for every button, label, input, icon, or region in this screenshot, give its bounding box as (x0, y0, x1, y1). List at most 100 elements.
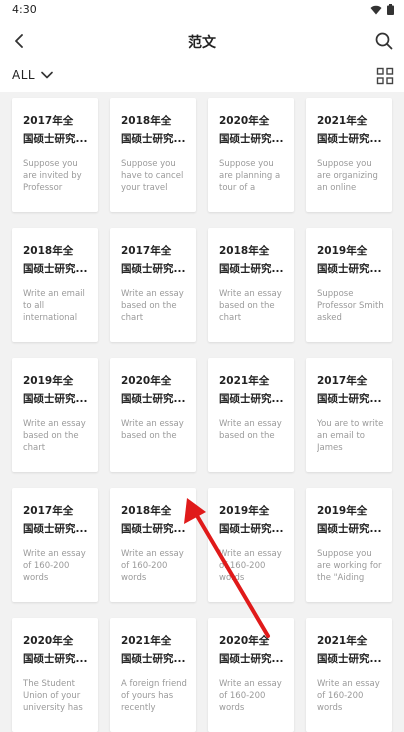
essay-card[interactable]: 2019年全 国硕士研究... Suppose Professor Smith as… (306, 228, 392, 342)
card-title-subtitle: 国硕士研究... (23, 523, 88, 535)
essay-card[interactable]: 2018年全 国硕士研究... Write an email to all inte… (12, 228, 98, 342)
card-title-year: 2018年全 (121, 505, 172, 517)
card-title: 2017年全国硕士研究... (317, 372, 387, 408)
card-title-year: 2018年全 (219, 245, 270, 257)
essay-card[interactable]: 2019年全国硕士研究... Suppose you are working fo… (306, 488, 392, 602)
essay-card[interactable]: 2018年全国硕士研究... Write an essay based on th… (208, 228, 294, 342)
card-title-subtitle: 国硕士研究... (219, 653, 284, 665)
page-title: 范文 (188, 35, 216, 51)
essay-card[interactable]: 2017年全 国硕士研究... Write an essay of 160-200 … (12, 488, 98, 602)
essay-card[interactable]: 2021年全国硕士研究... Write an essay of 160-200 … (306, 618, 392, 732)
card-excerpt: Write an essay of 160-200 words (121, 549, 184, 583)
card-title-year: 2021年全 (317, 115, 368, 127)
card-title-year: 2017年全 (121, 245, 172, 257)
card-excerpt: Write an essay based on the chart (23, 419, 86, 453)
essay-card[interactable]: 2018年全 国硕士研究... Suppose you have to cancel… (110, 98, 196, 212)
filter-label: ALL (12, 68, 36, 82)
card-title: 2018年全 国硕士研究... (23, 242, 93, 278)
card-excerpt: Suppose you are organizing an online (317, 159, 378, 193)
essay-card[interactable]: 2020年全 国硕士研究... Write an essay based on th… (110, 358, 196, 472)
essay-card[interactable]: 2017年全 国硕士研究... You are to write an email … (306, 358, 392, 472)
card-excerpt: Write an essay of 160-200 words (219, 549, 282, 583)
card-title-subtitle: 国硕士研究... (317, 523, 382, 535)
card-title: 2017年全国硕士研究... (23, 502, 93, 538)
card-title-year: 2018年全 (121, 115, 172, 127)
search-icon (375, 32, 393, 50)
card-excerpt: The Student Union of your university has (23, 679, 83, 713)
essay-card[interactable]: 2018年全国硕士研究... Write an essay of 160-200 … (110, 488, 196, 602)
card-title: 2020年全 国硕士研究... (121, 372, 191, 408)
card-title-subtitle: 国硕士研究... (23, 263, 88, 275)
card-title-year: 2021年全 (219, 375, 270, 387)
essay-card[interactable]: 2021年全 国硕士研究... A foreign friend of yours … (110, 618, 196, 732)
card-title-year: 2019年全 (23, 375, 74, 387)
essay-card[interactable]: 2019年全国硕士研究... Write an essay based on th… (12, 358, 98, 472)
card-title: 2020年全国硕士研究... (219, 632, 289, 668)
status-icons (370, 4, 394, 15)
card-title: 2018年全 国硕士研究... (121, 112, 191, 148)
card-title-year: 2019年全 (317, 505, 368, 517)
card-title-year: 2017年全 (317, 375, 368, 387)
card-excerpt: Write an essay based on the chart (219, 289, 282, 323)
card-title-subtitle: 国硕士研究... (121, 393, 186, 405)
essay-card[interactable]: 2019年全 国硕士研究... Write an essay of 160-200 … (208, 488, 294, 602)
search-button[interactable] (372, 28, 396, 54)
card-excerpt: Suppose you are planning a tour of a (219, 159, 281, 193)
filter-bar: ALL (0, 60, 404, 92)
card-excerpt: Suppose you are invited by Professor (23, 159, 82, 193)
battery-icon (387, 4, 394, 15)
essay-card[interactable]: 2021年全国硕士研究... Suppose you are organizing… (306, 98, 392, 212)
card-title: 2017年全 国硕士研究... (23, 112, 93, 148)
card-excerpt: Suppose you are working for the "Aiding (317, 549, 382, 583)
card-title-subtitle: 国硕士研究... (121, 523, 186, 535)
card-title-subtitle: 国硕士研究... (219, 393, 284, 405)
card-excerpt: Suppose you have to cancel your travel (121, 159, 184, 193)
card-title-year: 2020年全 (219, 635, 270, 647)
card-title-subtitle: 国硕士研究... (317, 263, 382, 275)
card-title-subtitle: 国硕士研究... (317, 653, 382, 665)
essay-card[interactable]: 2020年全国硕士研究... The Student Union of your … (12, 618, 98, 732)
card-title: 2021年全 国硕士研究... (121, 632, 191, 668)
essay-card[interactable]: 2017年全国硕士研究... Write an essay based on th… (110, 228, 196, 342)
card-title: 2021年全国硕士研究... (317, 632, 387, 668)
essay-card[interactable]: 2017年全 国硕士研究... Suppose you are invited by… (12, 98, 98, 212)
card-title-year: 2021年全 (121, 635, 172, 647)
card-excerpt: Write an essay of 160-200 words (317, 679, 380, 713)
card-title: 2020年全国硕士研究... (23, 632, 93, 668)
category-filter-dropdown[interactable]: ALL (12, 68, 53, 82)
card-title-subtitle: 国硕士研究... (23, 653, 88, 665)
card-excerpt: A foreign friend of yours has recently (121, 679, 187, 713)
card-title-year: 2017年全 (23, 505, 74, 517)
card-title: 2020年全 国硕士研究... (219, 112, 289, 148)
card-title: 2021年全国硕士研究... (317, 112, 387, 148)
card-title: 2019年全国硕士研究... (23, 372, 93, 408)
card-title-subtitle: 国硕士研究... (23, 133, 88, 145)
essay-card[interactable]: 2020年全国硕士研究... Write an essay of 160-200 … (208, 618, 294, 732)
chevron-down-icon (41, 71, 53, 79)
card-excerpt: Write an essay based on the (219, 419, 282, 441)
card-title: 2018年全国硕士研究... (219, 242, 289, 278)
status-time: 4:30 (12, 3, 37, 16)
grid-view-icon[interactable] (376, 67, 394, 85)
card-title-subtitle: 国硕士研究... (121, 263, 186, 275)
essay-card[interactable]: 2020年全 国硕士研究... Suppose you are planning a… (208, 98, 294, 212)
card-title-year: 2019年全 (219, 505, 270, 517)
card-title: 2021年全国硕士研究... (219, 372, 289, 408)
card-title: 2017年全国硕士研究... (121, 242, 191, 278)
card-title-subtitle: 国硕士研究... (219, 133, 284, 145)
card-excerpt: Write an essay of 160-200 words (219, 679, 282, 713)
essay-grid: 2017年全 国硕士研究... Suppose you are invited by… (0, 92, 404, 732)
card-title-year: 2019年全 (317, 245, 368, 257)
card-title: 2019年全国硕士研究... (317, 242, 387, 278)
app-bar: 范文 (0, 22, 404, 60)
card-title-subtitle: 国硕士研究... (23, 393, 88, 405)
card-title-subtitle: 国硕士研究... (317, 393, 382, 405)
card-title-subtitle: 国硕士研究... (219, 263, 284, 275)
card-title-subtitle: 国硕士研究... (317, 133, 382, 145)
status-bar: 4:30 (0, 0, 404, 22)
card-title: 2018年全国硕士研究... (121, 502, 191, 538)
card-title-year: 2020年全 (23, 635, 74, 647)
card-excerpt: Write an essay based on the chart (121, 289, 184, 323)
card-title-year: 2021年全 (317, 635, 368, 647)
essay-card[interactable]: 2021年全国硕士研究... Write an essay based on th… (208, 358, 294, 472)
